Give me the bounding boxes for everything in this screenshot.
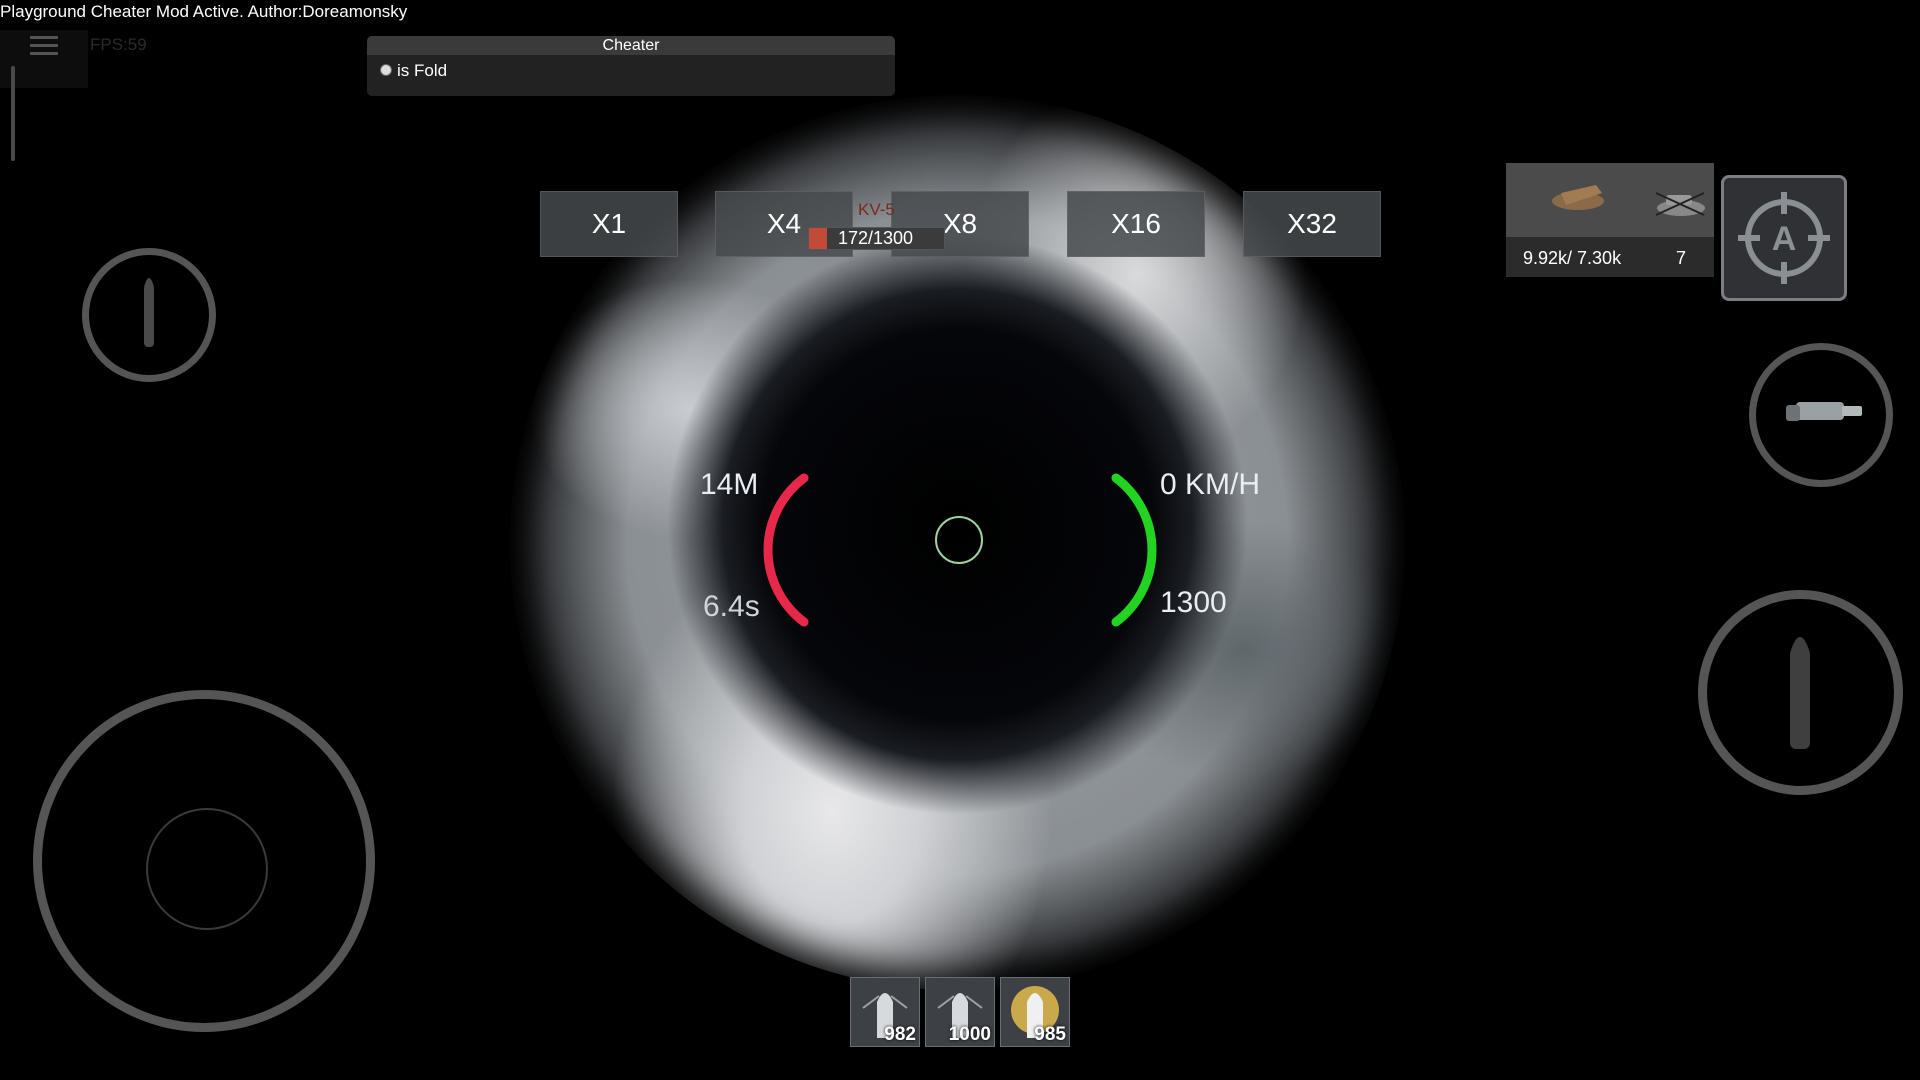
hp-arc — [1111, 473, 1157, 627]
tank-kills-icon — [1655, 192, 1705, 216]
joystick-knob[interactable] — [146, 808, 268, 930]
auto-aim-icon: A — [1738, 192, 1830, 284]
reload-arc — [763, 473, 809, 627]
speed-readout: 0 KM/H — [1160, 468, 1261, 501]
reload-timer: 6.4s — [703, 590, 760, 623]
auto-aim-button[interactable]: A — [1721, 175, 1847, 301]
kills-stat: 7 — [1676, 248, 1687, 268]
ammo-slot-ap[interactable]: 982 — [850, 977, 920, 1047]
shell-icon — [1790, 637, 1810, 749]
binoculars-button[interactable] — [1749, 343, 1893, 487]
svg-text:A: A — [1772, 220, 1797, 258]
shell-icon — [144, 278, 154, 347]
stats-panel-icons — [1506, 163, 1714, 237]
range-readout: 14M — [700, 468, 759, 501]
crosshair-icon — [935, 516, 983, 564]
ammo-switch-button[interactable] — [82, 248, 216, 382]
ammo-count: 985 — [1034, 1024, 1066, 1045]
ammo-count: 1000 — [948, 1024, 991, 1045]
ammo-count: 982 — [884, 1024, 916, 1045]
fire-button[interactable] — [1698, 590, 1903, 795]
telescope-icon — [1786, 402, 1862, 421]
damage-stat: 9.92k/ 7.30k — [1523, 248, 1622, 268]
hp-readout: 1300 — [1160, 586, 1227, 619]
ammo-slot-he[interactable]: 985 — [1000, 977, 1070, 1047]
damage-icon — [1552, 185, 1705, 216]
ammo-slot-apcr[interactable]: 1000 — [925, 977, 995, 1047]
